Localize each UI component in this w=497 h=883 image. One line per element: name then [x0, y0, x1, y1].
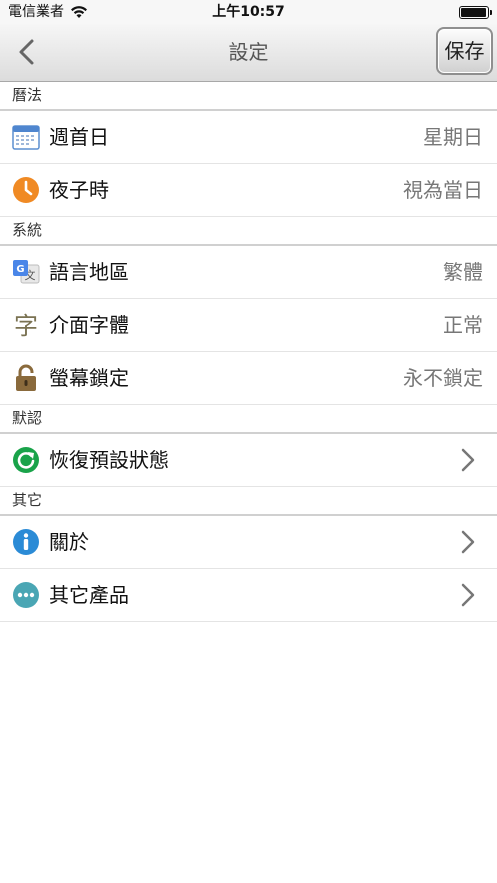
row-label: 介面字體 — [49, 313, 129, 337]
row-label: 恢復預設狀態 — [49, 448, 169, 472]
more-icon — [13, 582, 39, 608]
clock-icon — [13, 177, 39, 203]
section-header-system: 系統 — [0, 217, 497, 246]
svg-text:G: G — [16, 264, 24, 275]
row-interface-font[interactable]: 字 介面字體 正常 — [0, 299, 497, 352]
chevron-right-icon — [461, 530, 475, 554]
row-label: 螢幕鎖定 — [49, 366, 129, 390]
section-header-calendar: 曆法 — [0, 82, 497, 111]
save-button[interactable]: 保存 — [436, 27, 493, 75]
row-other-products[interactable]: 其它產品 — [0, 569, 497, 622]
row-language-region[interactable]: 文 G 語言地區 繁體 — [0, 246, 497, 299]
font-icon: 字 — [14, 312, 38, 339]
translate-icon: 文 G — [13, 260, 40, 284]
section-header-other: 其它 — [0, 487, 497, 516]
row-value: 正常 — [443, 313, 483, 337]
row-label: 語言地區 — [49, 260, 129, 284]
row-screen-lock[interactable]: 螢幕鎖定 永不鎖定 — [0, 352, 497, 405]
row-label: 關於 — [49, 530, 89, 554]
chevron-right-icon — [461, 448, 475, 472]
row-first-weekday[interactable]: 週首日 星期日 — [0, 111, 497, 164]
navigation-bar: 設定 保存 — [0, 24, 497, 82]
page-title: 設定 — [228, 40, 269, 64]
section-header-default: 默認 — [0, 405, 497, 434]
row-label: 其它產品 — [49, 583, 129, 607]
font-icon-glyph: 字 — [14, 312, 38, 339]
row-about[interactable]: 關於 — [0, 516, 497, 569]
chevron-right-icon — [461, 583, 475, 607]
row-label: 夜子時 — [49, 178, 109, 202]
row-value: 星期日 — [423, 125, 483, 149]
battery-icon — [459, 6, 492, 19]
calendar-icon — [12, 125, 40, 150]
row-label: 週首日 — [49, 125, 109, 149]
row-value: 視為當日 — [403, 178, 483, 202]
status-bar: 電信業者 上午10:57 — [0, 0, 497, 24]
lock-icon — [16, 364, 36, 391]
row-late-night-hour[interactable]: 夜子時 視為當日 — [0, 164, 497, 217]
info-icon — [13, 529, 39, 555]
battery-level — [461, 8, 486, 17]
row-value: 繁體 — [443, 260, 483, 284]
row-value: 永不鎖定 — [403, 366, 483, 390]
status-time: 上午10:57 — [212, 4, 285, 20]
reset-icon — [13, 447, 39, 473]
row-restore-defaults[interactable]: 恢復預設狀態 — [0, 434, 497, 487]
